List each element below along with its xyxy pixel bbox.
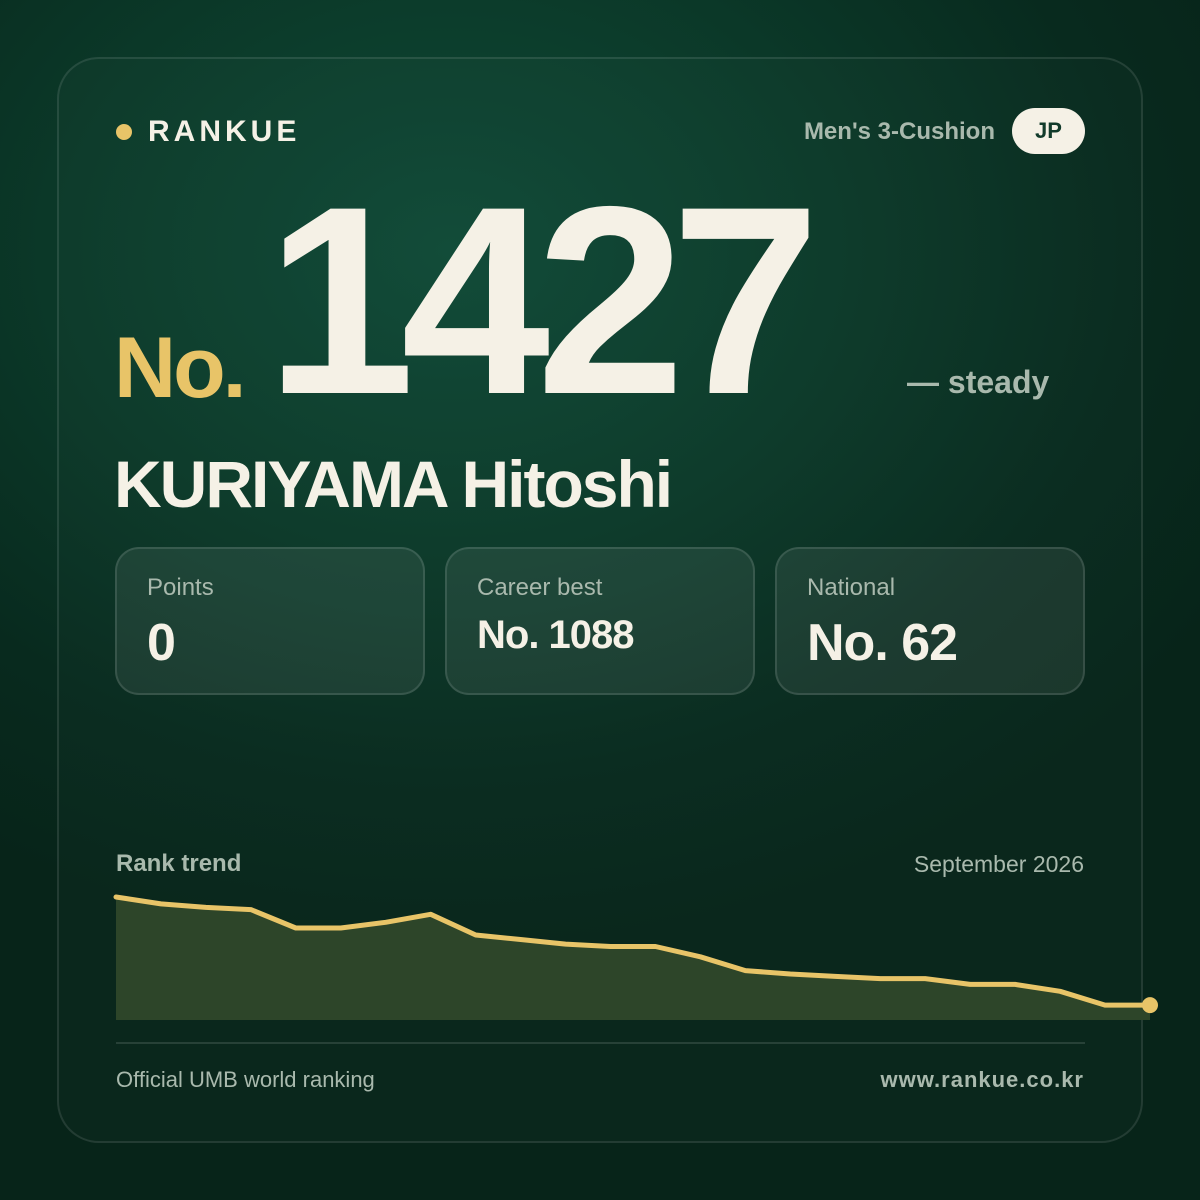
footer-source: Official UMB world ranking — [116, 1067, 375, 1092]
footer-divider — [116, 1042, 1085, 1044]
trend-end-dot — [1142, 997, 1158, 1014]
footer-website: www.rankue.co.kr — [880, 1067, 1084, 1092]
rank-trend-chart — [113, 894, 1158, 1020]
